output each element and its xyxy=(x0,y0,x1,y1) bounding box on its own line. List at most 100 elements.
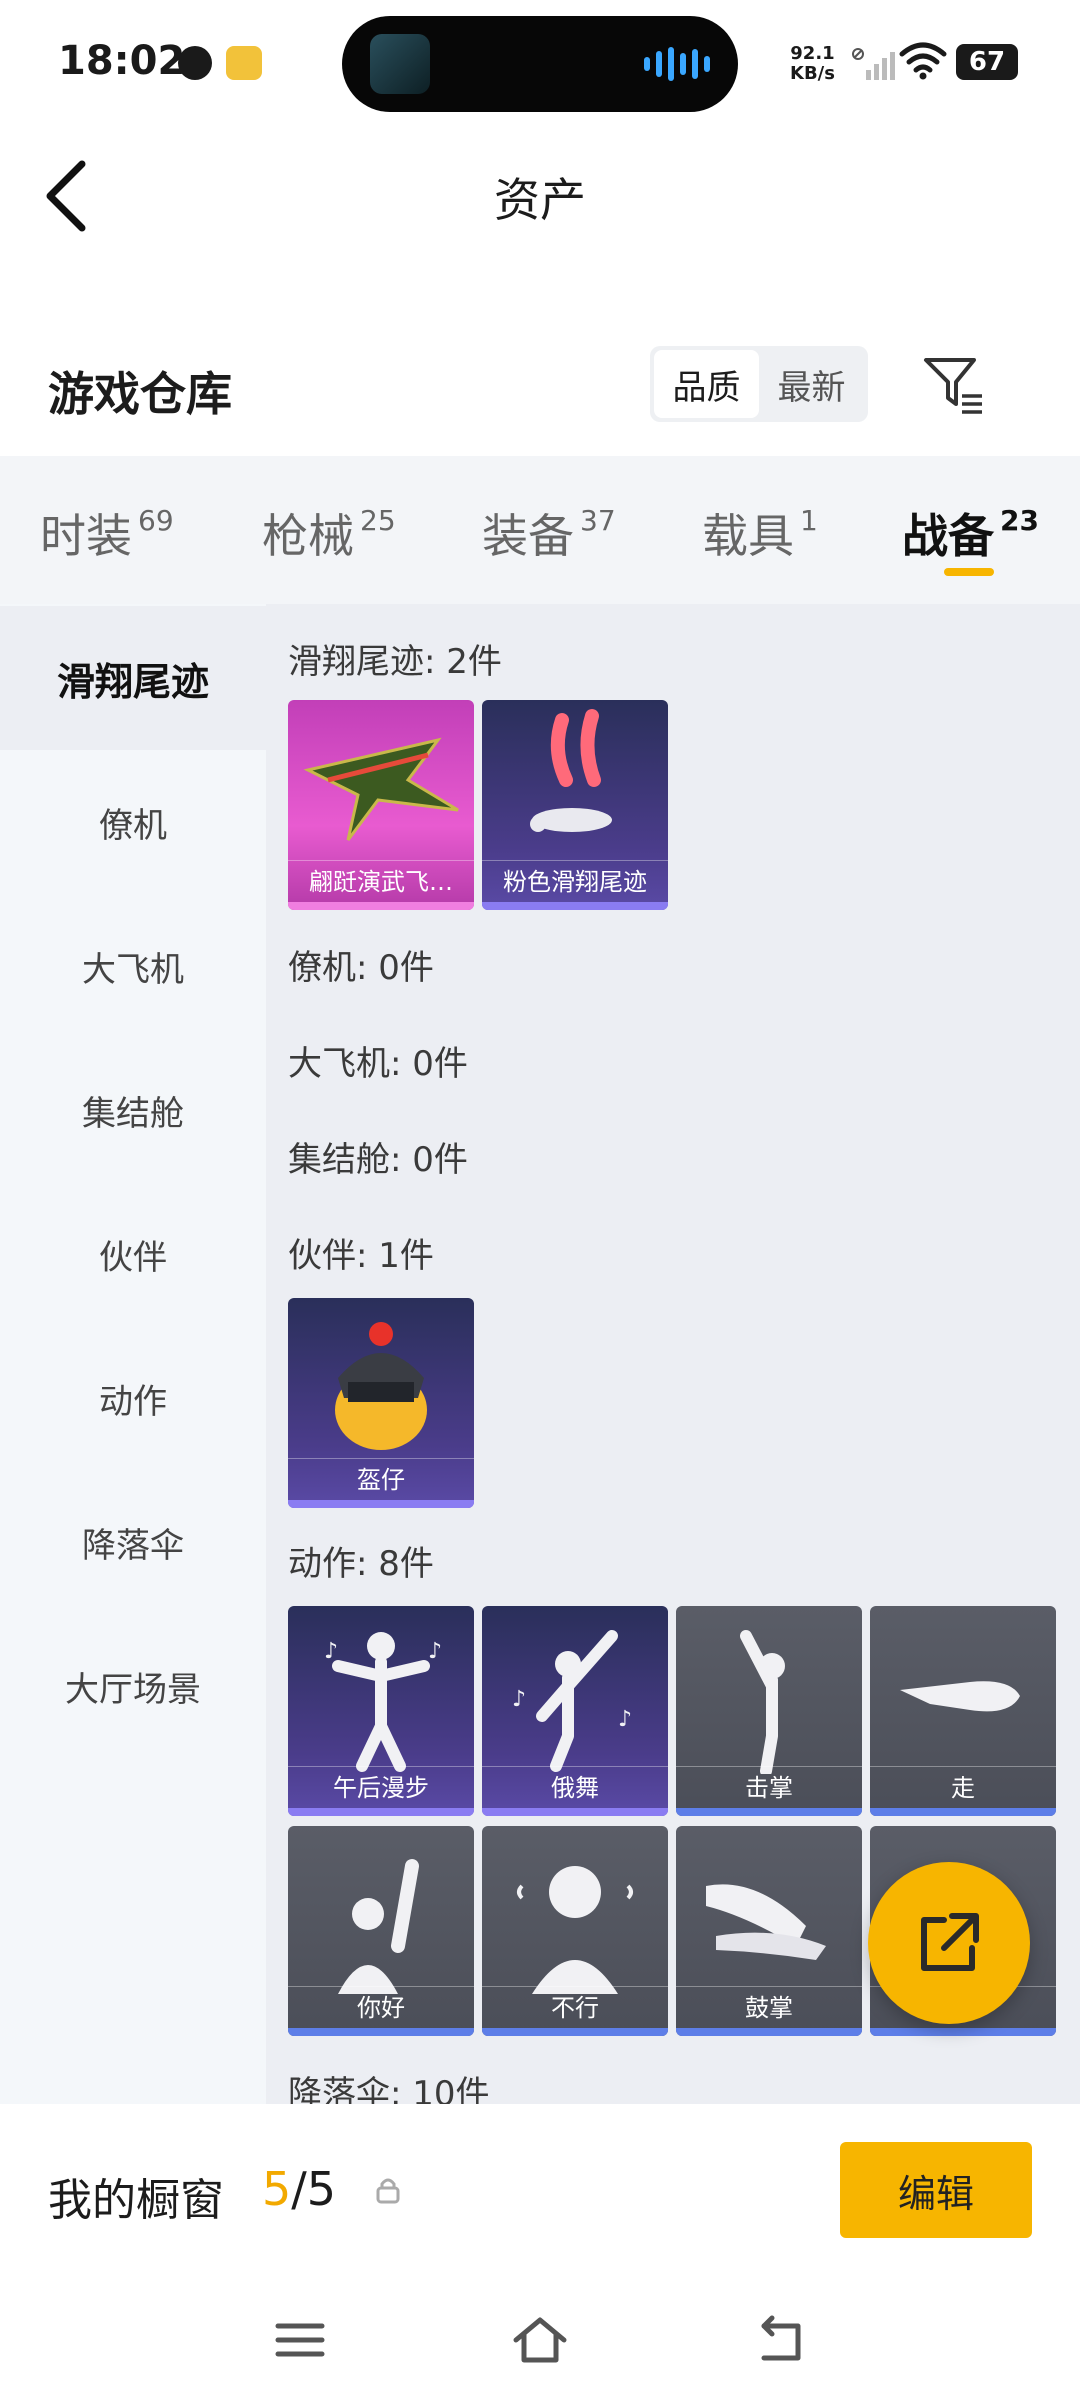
sort-quality-button[interactable]: 品质 xyxy=(654,350,759,418)
network-speed-unit: KB/s xyxy=(790,63,835,84)
item-card[interactable]: 盔仔 xyxy=(288,1298,474,1508)
showcase-current: 5 xyxy=(262,2162,292,2216)
sidebar-item-parachute[interactable]: 降落伞 xyxy=(0,1470,266,1614)
status-time: 18:02 xyxy=(58,38,186,84)
globe-icon xyxy=(178,46,212,80)
item-label: 击掌 xyxy=(676,1766,862,1808)
sort-toggle: 品质 最新 xyxy=(650,346,868,422)
section-title-emote: 动作: 8件 xyxy=(288,1544,434,1584)
item-label: 不行 xyxy=(482,1986,668,2028)
app-notification-icon xyxy=(226,46,262,80)
rarity-bar xyxy=(288,1808,474,1816)
item-label: 午后漫步 xyxy=(288,1766,474,1808)
item-card[interactable]: 鼓掌 xyxy=(676,1826,862,2036)
svg-text:♪: ♪ xyxy=(324,1639,338,1664)
section-title-pod: 集结舱: 0件 xyxy=(288,1140,468,1180)
share-icon xyxy=(921,1913,979,1971)
sidebar-item-emote[interactable]: 动作 xyxy=(0,1326,266,1470)
sidebar-item-pod[interactable]: 集结舱 xyxy=(0,1038,266,1182)
sidebar-item-lobby-scene[interactable]: 大厅场景 xyxy=(0,1614,266,1758)
media-thumbnail xyxy=(370,34,430,94)
status-bar: 18:02 92.1 KB/s 67 xyxy=(0,0,1080,120)
sidebar-item-big-plane[interactable]: 大飞机 xyxy=(0,894,266,1038)
edit-button[interactable]: 编辑 xyxy=(840,2142,1032,2238)
sidebar-item-partner[interactable]: 伙伴 xyxy=(0,1182,266,1326)
sidebar: 滑翔尾迹 僚机 大飞机 集结舱 伙伴 动作 降落伞 大厅场景 xyxy=(0,604,266,2104)
item-label: 俄舞 xyxy=(482,1766,668,1808)
item-card[interactable]: 走 xyxy=(870,1606,1056,1816)
rarity-bar xyxy=(482,2028,668,2036)
menu-icon[interactable] xyxy=(270,2310,330,2370)
svg-text:♪: ♪ xyxy=(618,1707,632,1732)
network-speed-value: 92.1 xyxy=(790,43,835,64)
rarity-bar xyxy=(870,1808,1056,1816)
tab-label: 战备 xyxy=(902,509,994,563)
showcase-separator: / xyxy=(291,2162,307,2216)
section-title-glide: 滑翔尾迹: 2件 xyxy=(288,642,502,682)
dance-pose-icon: ♪ ♪ xyxy=(324,1632,442,1772)
item-label: 盔仔 xyxy=(288,1458,474,1500)
tab-equipment[interactable]: 装备 37 xyxy=(482,500,616,566)
tab-count: 37 xyxy=(580,504,616,537)
item-card[interactable]: 击掌 xyxy=(676,1606,862,1816)
smoke-trail-icon xyxy=(530,709,612,832)
sidebar-item-wingman[interactable]: 僚机 xyxy=(0,750,266,894)
rarity-bar xyxy=(288,902,474,910)
category-tabs: 时装 69 枪械 25 装备 37 载具 1 战备 23 xyxy=(0,456,1080,604)
sidebar-item-glide-trail[interactable]: 滑翔尾迹 xyxy=(0,606,266,750)
wifi-icon xyxy=(899,42,947,80)
tab-fashion[interactable]: 时装 69 xyxy=(40,500,174,566)
tab-label: 载具 xyxy=(702,509,794,563)
active-tab-indicator xyxy=(944,568,994,576)
item-card[interactable]: 你好 xyxy=(288,1826,474,2036)
tab-vehicles[interactable]: 载具 1 xyxy=(702,500,818,566)
rarity-bar xyxy=(482,902,668,910)
tab-label: 装备 xyxy=(482,509,574,563)
section-title-wingman: 僚机: 0件 xyxy=(288,948,434,988)
head-shake-icon xyxy=(517,1866,633,1994)
home-icon[interactable] xyxy=(510,2310,570,2370)
chicken-mascot-icon xyxy=(335,1322,427,1450)
item-card[interactable]: 粉色滑翔尾迹 xyxy=(482,700,668,910)
item-card[interactable]: 不行 xyxy=(482,1826,668,2036)
svg-text:♪: ♪ xyxy=(512,1687,526,1712)
network-speed: 92.1 KB/s xyxy=(790,44,835,84)
warehouse-title: 游戏仓库 xyxy=(48,367,232,421)
page-title: 资产 xyxy=(494,173,586,227)
system-nav-bar xyxy=(0,2284,1080,2400)
showcase-title: 我的橱窗 xyxy=(48,2175,224,2226)
rarity-bar xyxy=(870,2028,1056,2036)
battery-icon: 67 xyxy=(956,44,1018,80)
tab-label: 枪械 xyxy=(262,509,354,563)
high-five-pose-icon xyxy=(740,1630,785,1774)
rarity-bar xyxy=(676,1808,862,1816)
section-title-big-plane: 大飞机: 0件 xyxy=(288,1044,468,1084)
tab-count: 25 xyxy=(360,504,396,537)
rarity-bar xyxy=(676,2028,862,2036)
tab-label: 时装 xyxy=(40,509,132,563)
showcase-bar: 我的橱窗 5/5 编辑 xyxy=(0,2104,1080,2284)
tab-guns[interactable]: 枪械 25 xyxy=(262,500,396,566)
rarity-bar xyxy=(288,1500,474,1508)
lock-icon xyxy=(376,2178,400,2204)
sort-newest-button[interactable]: 最新 xyxy=(759,350,864,418)
filter-icon[interactable] xyxy=(920,352,986,418)
item-card[interactable]: 翩跹演武飞… xyxy=(288,700,474,910)
tab-count: 1 xyxy=(800,504,818,537)
item-label: 翩跹演武飞… xyxy=(288,860,474,902)
back-icon[interactable] xyxy=(750,2310,810,2370)
clapping-hands-icon xyxy=(706,1884,826,1960)
dynamic-island[interactable] xyxy=(342,16,738,112)
item-label: 走 xyxy=(870,1766,1056,1808)
tab-combat-gear[interactable]: 战备 23 xyxy=(902,500,1039,566)
share-button[interactable] xyxy=(868,1862,1030,2024)
tab-count: 69 xyxy=(138,504,174,537)
item-label: 鼓掌 xyxy=(676,1986,862,2028)
rarity-bar xyxy=(288,2028,474,2036)
item-label: 你好 xyxy=(288,1986,474,2028)
pointing-hand-icon xyxy=(900,1681,1020,1712)
item-card[interactable]: ♪ ♪ 俄舞 xyxy=(482,1606,668,1816)
item-card[interactable]: ♪ ♪ 午后漫步 xyxy=(288,1606,474,1816)
wave-hello-icon xyxy=(338,1859,419,1994)
rarity-bar xyxy=(482,1808,668,1816)
